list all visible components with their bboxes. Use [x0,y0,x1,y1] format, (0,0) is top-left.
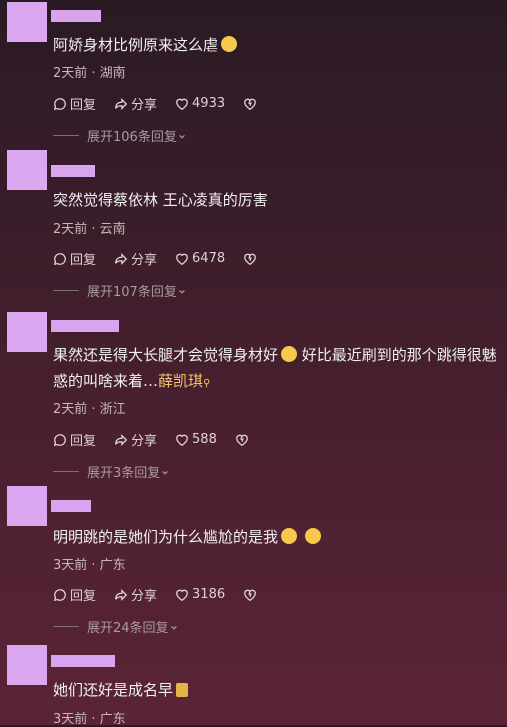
username[interactable] [51,320,119,332]
reply-label: 回复 [70,253,97,268]
divider [53,626,79,627]
heart-icon [175,252,189,266]
chevron-down-icon [178,288,186,296]
heart-icon [175,97,189,111]
share-icon [114,433,128,447]
like-button[interactable]: 4933 [175,96,225,111]
comment-actions: 回复 分享 588 [53,430,249,449]
comment-icon [53,433,67,447]
share-label: 分享 [131,589,158,604]
like-button[interactable]: 588 [175,432,217,447]
expand-replies-button[interactable]: 展开24条回复 [53,617,178,636]
share-icon [114,252,128,266]
like-count: 6478 [192,251,226,266]
avatar[interactable] [7,2,47,42]
comment-actions: 回复 分享 6478 [53,249,257,268]
reply-button[interactable]: 回复 [53,249,96,268]
reply-button[interactable]: 回复 [53,94,96,113]
heart-icon [175,433,189,447]
dislike-heart-icon [243,252,257,266]
comment-icon [53,97,67,111]
avatar[interactable] [7,486,47,526]
dislike-button[interactable] [243,97,257,111]
username[interactable] [51,10,101,22]
avatar[interactable] [7,645,47,685]
expand-label: 展开107条回复 [87,285,177,300]
reply-button[interactable]: 回复 [53,430,96,449]
like-count: 4933 [192,96,226,111]
comment-meta: 3天前 · 广东 [53,712,126,727]
reply-label: 回复 [70,98,97,113]
share-icon [114,97,128,111]
heart-icon [175,588,189,602]
comment-meta: 2天前 · 湖南 [53,66,126,81]
reply-label: 回复 [70,589,97,604]
expand-label: 展开3条回复 [87,466,161,481]
comment-text: 明明跳的是她们为什么尴尬的是我 [53,524,499,550]
share-icon [114,588,128,602]
chevron-down-icon [170,624,178,632]
expand-label: 展开24条回复 [87,621,169,636]
like-count: 588 [192,432,217,447]
reply-button[interactable]: 回复 [53,585,96,604]
divider [53,290,79,291]
expand-replies-button[interactable]: 展开3条回复 [53,462,169,481]
avatar[interactable] [7,312,47,352]
emoji-icon [221,36,238,52]
expand-label: 展开106条回复 [87,130,177,145]
expand-replies-button[interactable]: 展开107条回复 [53,281,186,300]
dislike-button[interactable] [235,433,249,447]
username[interactable] [51,165,95,177]
share-button[interactable]: 分享 [114,94,157,113]
like-button[interactable]: 6478 [175,251,225,266]
like-button[interactable]: 3186 [175,587,225,602]
reply-label: 回复 [70,434,97,449]
dislike-button[interactable] [243,588,257,602]
comment-text: 她们还好是成名早 [53,677,499,703]
comment-text-content: 她们还好是成名早 [53,681,174,699]
share-button[interactable]: 分享 [114,430,157,449]
chevron-down-icon [178,133,186,141]
search-icon: ⚲ [203,378,211,389]
comment-icon [53,588,67,602]
avatar[interactable] [7,150,47,190]
divider [53,135,79,136]
share-button[interactable]: 分享 [114,585,157,604]
username[interactable] [51,655,115,667]
username[interactable] [51,500,91,512]
comment-text: 突然觉得蔡依林 王心凌真的厉害 [53,191,268,209]
divider [53,471,79,472]
emoji-icon [281,528,298,544]
share-label: 分享 [131,253,158,268]
dislike-heart-icon [243,97,257,111]
mention-link[interactable]: 薛凯琪 [158,372,203,390]
comment-meta: 2天前 · 云南 [53,222,126,237]
comment-text: 阿娇身材比例原来这么虐 [53,32,499,58]
dislike-heart-icon [243,588,257,602]
comment-meta: 2天前 · 浙江 [53,402,126,417]
emoji-icon [281,346,298,362]
like-count: 3186 [192,587,226,602]
comment-text-content: 明明跳的是她们为什么尴尬的是我 [53,528,279,546]
comment-icon [53,252,67,266]
dislike-heart-icon [235,433,249,447]
comment-actions: 回复 分享 4933 [53,94,257,113]
share-button[interactable]: 分享 [114,249,157,268]
emoji-icon [305,528,322,544]
share-label: 分享 [131,434,158,449]
share-label: 分享 [131,98,158,113]
chevron-down-icon [161,469,169,477]
expand-replies-button[interactable]: 展开106条回复 [53,126,186,145]
emoji-icon [176,683,189,697]
comment-meta: 3天前 · 广东 [53,558,126,573]
comment-text-content: 果然还是得大长腿才会觉得身材好 [53,346,279,364]
comment-text: 果然还是得大长腿才会觉得身材好 好比最近刷到的那个跳得很魅惑的叫啥来着…薛凯琪⚲ [53,342,499,397]
comment-actions: 回复 分享 3186 [53,585,257,604]
comment-text-content: 阿娇身材比例原来这么虐 [53,36,219,54]
dislike-button[interactable] [243,252,257,266]
